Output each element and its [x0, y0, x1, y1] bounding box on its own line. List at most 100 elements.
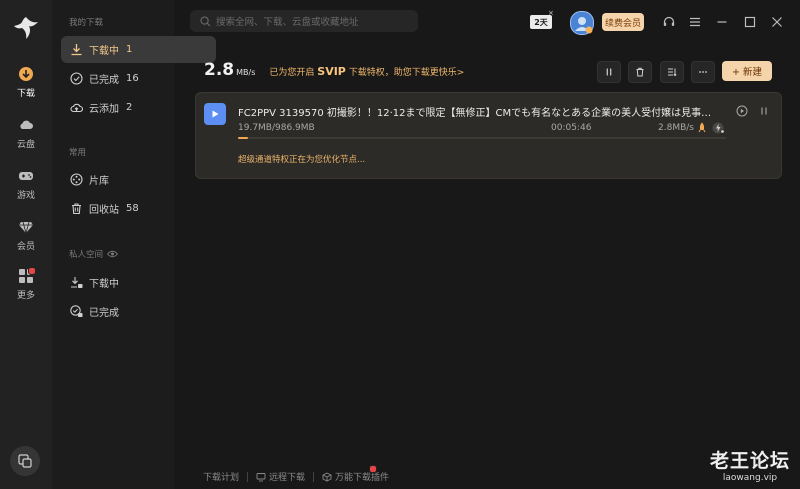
cloud-icon: [20, 120, 33, 129]
check-circle-icon: [70, 72, 83, 85]
rail-item-download[interactable]: 下载: [0, 66, 52, 110]
rail-item-member[interactable]: 会员: [0, 219, 52, 263]
search-input[interactable]: 搜索全网、下载、云盘或收藏地址: [190, 10, 418, 32]
renew-vip-button[interactable]: 续费会员: [602, 13, 644, 31]
notification-dot: [28, 267, 36, 275]
days-remaining-badge[interactable]: 2天: [530, 15, 552, 29]
sidebar-item-label: 云添加: [89, 104, 119, 115]
svip-suffix: 下载特权，助您下载更快乐>: [348, 68, 465, 78]
rail-label-more: 更多: [16, 291, 35, 301]
footer-divider: [313, 471, 315, 482]
speed-summary: 2.8 MB/s 已为您开启 SVIP 下载特权，助您下载更快乐>: [204, 60, 464, 84]
download-lock-icon: [71, 277, 83, 288]
section-title-common: 常用: [69, 148, 87, 158]
task-time-left: 00:05:46: [551, 123, 592, 133]
footer-bar: 下载计划 远程下载 万能下载插件: [203, 470, 389, 483]
delete-all-button[interactable]: [628, 61, 652, 83]
film-reel-icon: [70, 173, 83, 186]
app-logo: [14, 17, 38, 39]
headset-icon[interactable]: [662, 15, 676, 29]
rail-item-game[interactable]: 游戏: [0, 168, 52, 212]
sidebar-item-label: 已完成: [89, 75, 119, 86]
sidebar-item-count: 16: [126, 73, 139, 84]
maximize-icon[interactable]: [743, 15, 757, 29]
more-dots-icon: [699, 71, 707, 73]
task-progress-bar: [238, 137, 726, 139]
sidebar-item-label: 下载中: [89, 46, 119, 57]
footer-remote-download[interactable]: 远程下载: [269, 470, 305, 483]
minimize-icon[interactable]: [715, 15, 729, 29]
sidebar-item-cloud-add[interactable]: 云添加 2: [61, 94, 216, 121]
shortcut-icon: [18, 454, 32, 468]
sidebar-item-film-library[interactable]: 片库: [61, 166, 216, 193]
rail-label-download: 下载: [16, 89, 35, 99]
cloud-upload-icon: [70, 103, 83, 113]
sidebar-item-count: 2: [126, 102, 133, 113]
footer-divider: [247, 471, 249, 482]
menu-icon[interactable]: [688, 15, 702, 29]
sort-icon: [668, 68, 677, 77]
trash-icon: [72, 203, 81, 215]
sidebar-item-private-downloading[interactable]: 下载中: [61, 269, 216, 296]
download-icon: [19, 67, 33, 81]
user-avatar-icon: [575, 17, 593, 34]
task-speed: 2.8MB/s: [658, 123, 694, 133]
rocket-icon[interactable]: [697, 122, 707, 133]
download-icon: [71, 44, 82, 56]
pause-all-button[interactable]: [597, 61, 621, 83]
close-icon[interactable]: [770, 15, 784, 29]
section-title-private: 私人空间: [69, 248, 119, 260]
sidebar-item-recycle-bin[interactable]: 回收站 58: [61, 195, 216, 222]
close-badge-icon[interactable]: ×: [548, 9, 554, 17]
eye-icon[interactable]: [107, 250, 119, 258]
pause-icon[interactable]: [758, 105, 770, 117]
private-title-text: 私人空间: [69, 250, 104, 260]
task-progress-fill: [238, 137, 248, 139]
total-speed-unit: MB/s: [236, 68, 256, 77]
total-speed-value: 2.8: [204, 60, 235, 80]
accelerate-icon[interactable]: [712, 122, 725, 134]
sidebar-item-label: 片库: [89, 176, 109, 187]
play-triangle-icon: [212, 110, 219, 118]
sidebar-item-private-completed[interactable]: 已完成: [61, 298, 216, 325]
more-options-button[interactable]: [691, 61, 715, 83]
footer-universal-plugin[interactable]: 万能下载插件: [335, 470, 389, 483]
sidebar-item-label: 回收站: [89, 205, 119, 216]
search-icon: [200, 15, 211, 26]
sidebar-item-label: 已完成: [89, 308, 119, 319]
svip-banner[interactable]: 已为您开启 SVIP 下载特权，助您下载更快乐>: [269, 65, 464, 78]
task-size: 19.7MB/986.9MB: [238, 123, 315, 133]
watermark: 老王论坛 laowang.vip: [710, 446, 790, 483]
play-circle-icon[interactable]: [736, 105, 748, 117]
video-file-icon: [204, 103, 226, 125]
download-task-card[interactable]: FC2PPV 3139570 初撮影！！12·12まで限定【無修正】CMでも有名…: [195, 92, 782, 179]
sidebar-item-label: 下载中: [89, 279, 119, 290]
sidebar-item-downloading[interactable]: 下载中 1: [61, 36, 216, 63]
rail-label-member: 会员: [16, 242, 35, 252]
footer-download-plan[interactable]: 下载计划: [203, 470, 239, 483]
sort-button[interactable]: [660, 61, 684, 83]
sidebar-item-count: 1: [126, 44, 133, 55]
sidebar-item-completed[interactable]: 已完成 16: [61, 65, 216, 92]
remote-download-icon: [256, 472, 266, 481]
avatar[interactable]: [570, 11, 594, 35]
plugin-notification-dot: [369, 465, 377, 473]
svip-prefix: 已为您开启: [269, 68, 315, 78]
task-status-text: 超级通道特权正在为您优化节点...: [238, 155, 366, 165]
search-placeholder: 搜索全网、下载、云盘或收藏地址: [216, 17, 359, 28]
new-task-button[interactable]: + 新建: [722, 61, 772, 81]
rail-label-cloud: 云盘: [16, 140, 35, 150]
section-title-my-downloads: 我的下载: [69, 18, 104, 28]
sidebar: 我的下载 下载中 1 已完成 16 云添加 2 常用 片库 回收站 58 私人空…: [52, 0, 216, 489]
plugin-cube-icon: [322, 471, 332, 482]
rail-label-game: 游戏: [16, 191, 35, 201]
rail-item-cloud[interactable]: 云盘: [0, 117, 52, 161]
rail-item-more[interactable]: 更多: [0, 268, 52, 312]
trash-icon: [636, 67, 644, 77]
shortcut-button[interactable]: [10, 446, 40, 476]
svip-strong: SVIP: [317, 65, 346, 78]
task-title[interactable]: FC2PPV 3139570 初撮影！！12·12まで限定【無修正】CMでも有名…: [238, 104, 720, 118]
check-lock-icon: [70, 305, 83, 317]
watermark-sub: laowang.vip: [722, 473, 778, 483]
watermark-main: 老王论坛: [710, 450, 791, 472]
